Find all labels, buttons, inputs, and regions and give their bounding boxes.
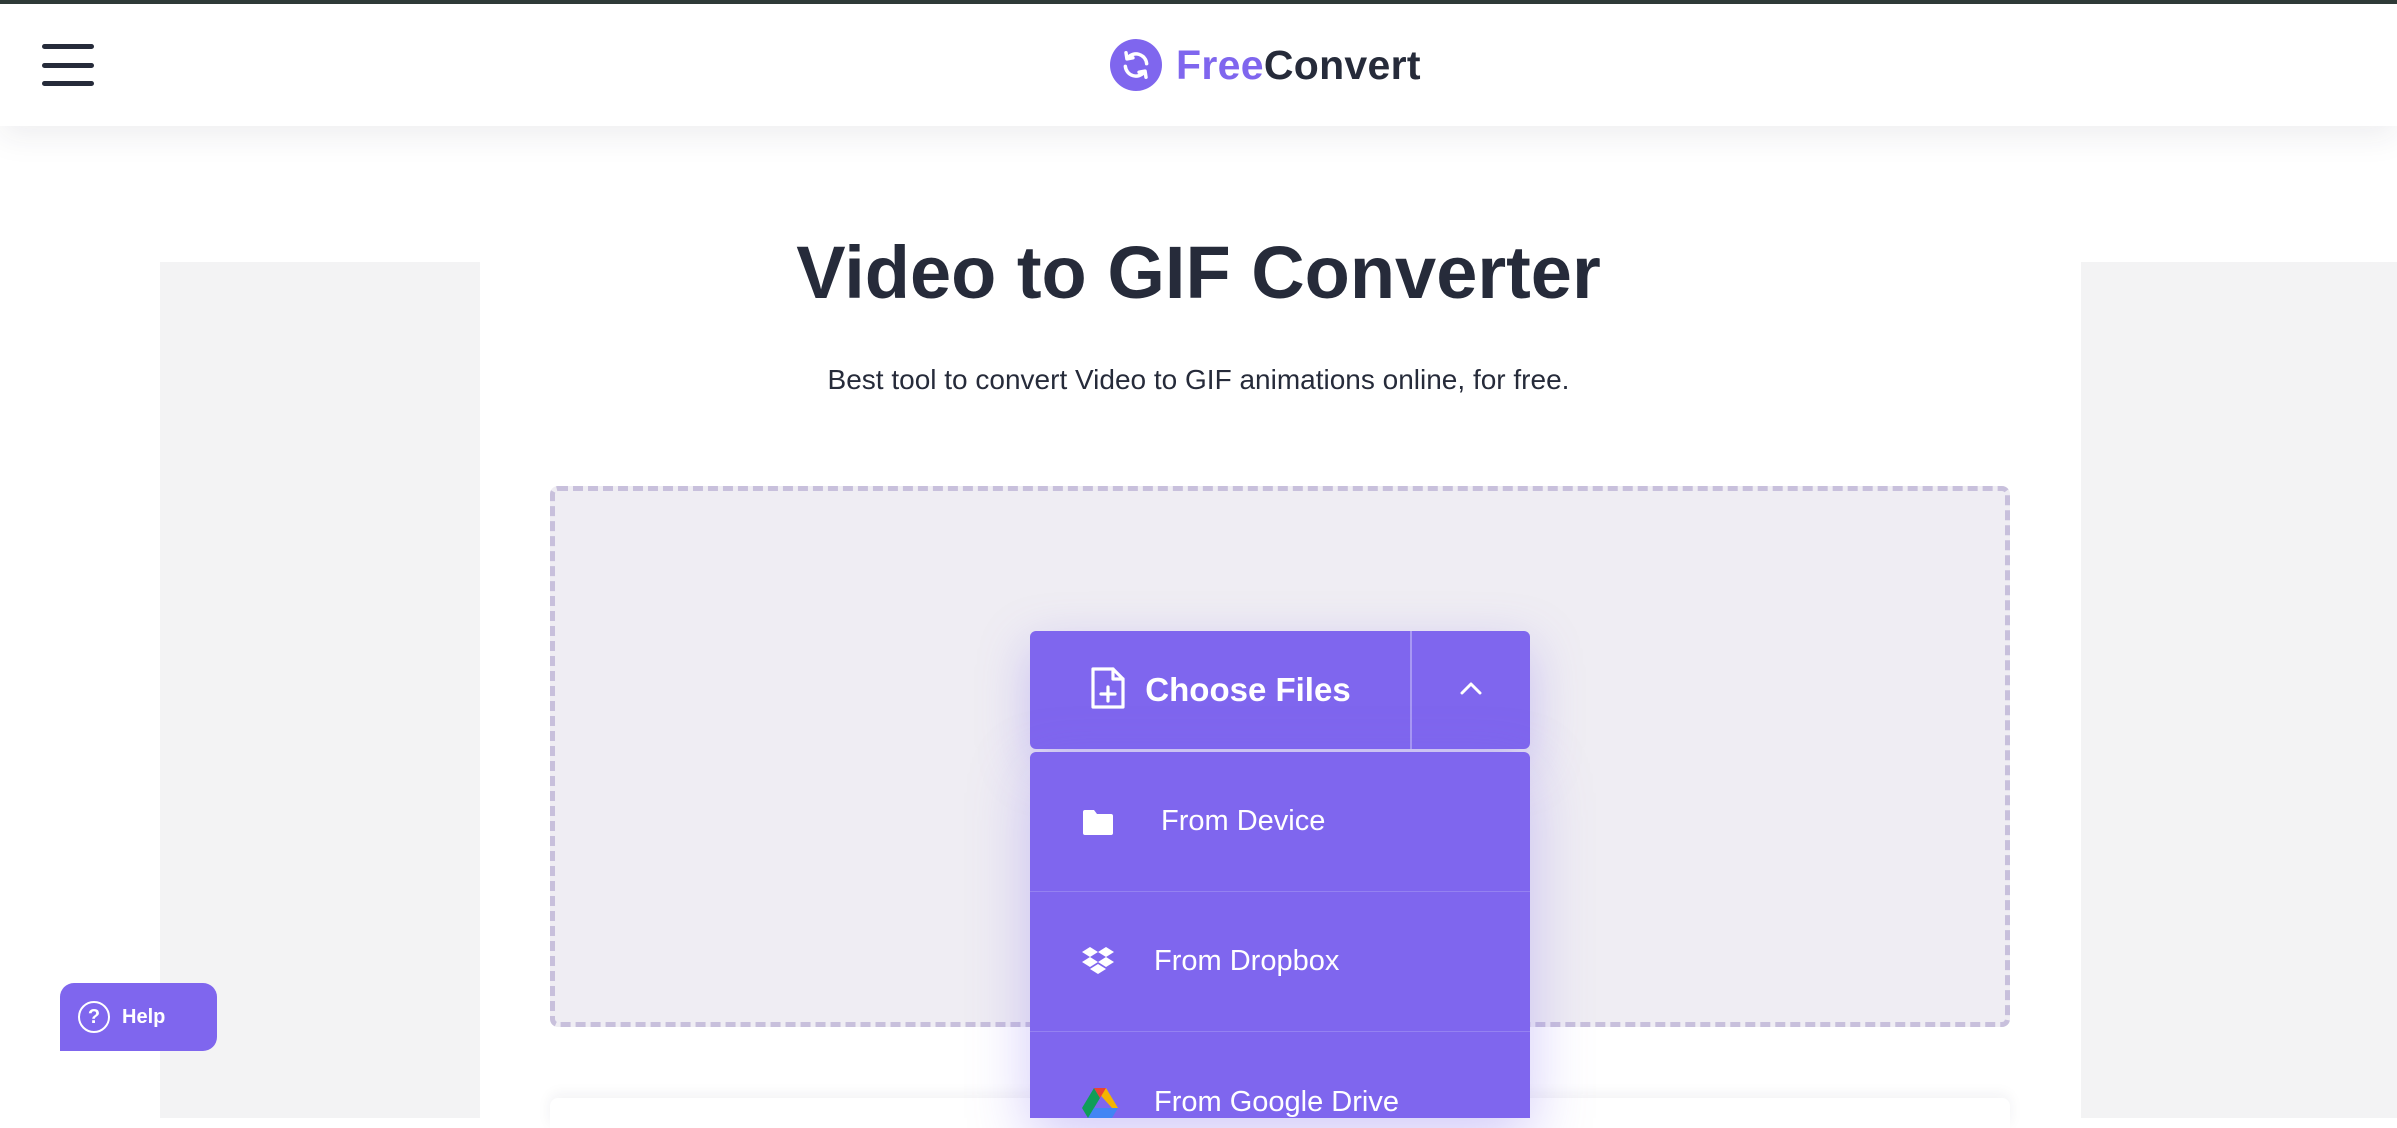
dropbox-icon (1078, 942, 1118, 982)
help-button[interactable]: ? Help (60, 983, 217, 1051)
chevron-up-icon (1459, 681, 1483, 700)
choose-files-label: Choose Files (1145, 671, 1351, 708)
page-subtitle: Best tool to convert Video to GIF animat… (827, 364, 1570, 395)
upload-source-menu: From Device From Dropbox From Google Dri… (1030, 752, 1530, 1118)
help-label: Help (122, 1005, 166, 1028)
logo-wordmark: FreeConvert (1176, 42, 1421, 89)
site-logo[interactable]: FreeConvert (1110, 38, 1421, 92)
page-title: Video to GIF Converter (796, 231, 1601, 314)
file-plus-icon (1089, 665, 1127, 716)
hamburger-menu-icon[interactable] (42, 44, 94, 86)
menu-item-label: From Device (1161, 805, 1326, 837)
sync-arrows-icon (1110, 39, 1162, 91)
menu-item-from-google-drive[interactable]: From Google Drive (1030, 1032, 1530, 1118)
menu-item-label: From Google Drive (1154, 1085, 1399, 1118)
logo-convert-text: Convert (1263, 41, 1421, 88)
logo-free-text: Free (1176, 41, 1264, 88)
site-header: FreeConvert (0, 4, 2397, 126)
menu-item-from-device[interactable]: From Device (1030, 752, 1530, 892)
menu-item-label: From Dropbox (1154, 945, 1340, 977)
upload-source-toggle[interactable] (1412, 631, 1530, 749)
google-drive-icon (1080, 1082, 1120, 1118)
choose-files-button-group: Choose Files (1030, 631, 1530, 749)
choose-files-button[interactable]: Choose Files (1030, 631, 1410, 749)
question-circle-icon: ? (78, 1001, 110, 1033)
menu-item-from-dropbox[interactable]: From Dropbox (1030, 892, 1530, 1032)
folder-icon (1078, 802, 1118, 842)
